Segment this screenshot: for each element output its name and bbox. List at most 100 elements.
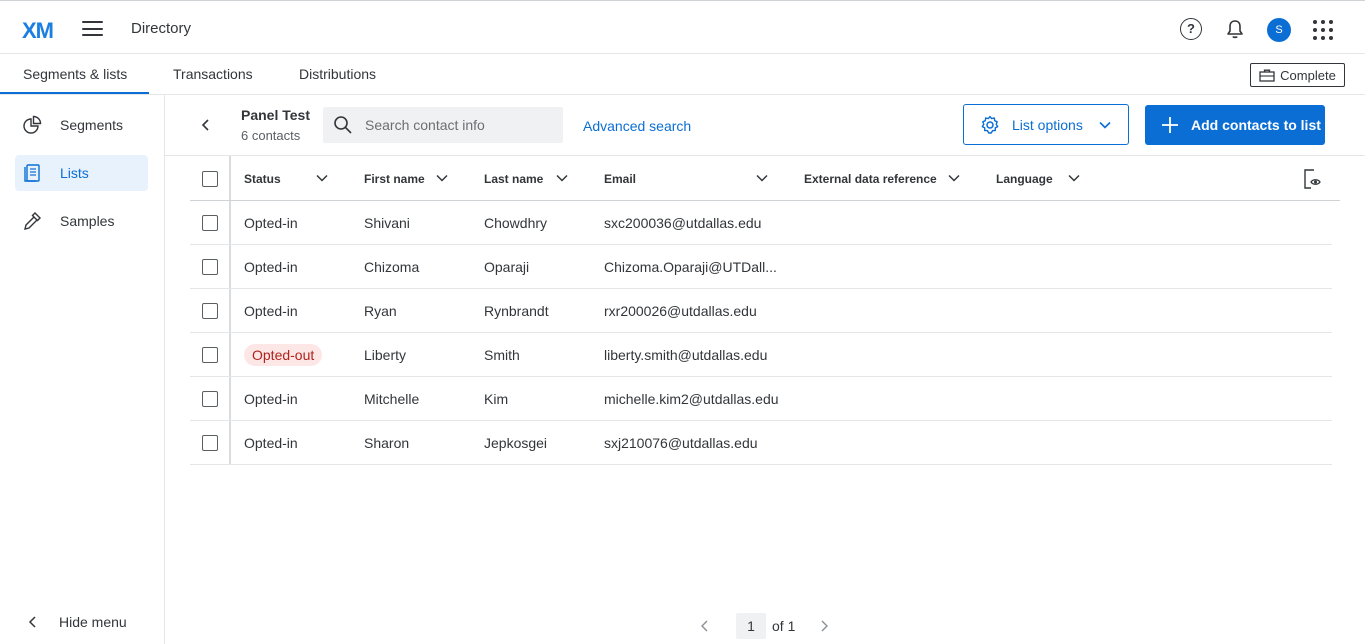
email-cell: Chizoma.Oparaji@UTDall... <box>604 259 777 275</box>
top-bar: XM Directory ? S <box>0 0 1365 54</box>
plus-icon <box>1162 117 1178 133</box>
checkbox-cell <box>190 333 231 376</box>
complete-button[interactable]: Complete <box>1250 63 1345 87</box>
column-header-last-name[interactable]: Last name <box>484 172 543 186</box>
table-row[interactable]: Opted-out Liberty Smith liberty.smith@ut… <box>190 333 1332 377</box>
sidebar: Segments Lists Samples Hide menu <box>0 95 165 644</box>
lists-icon <box>24 164 40 182</box>
checkbox-cell <box>190 289 231 332</box>
status-cell: Opted-in <box>244 435 298 451</box>
chevron-down-icon[interactable] <box>948 174 960 182</box>
table-header: Status First name Last name Email Extern… <box>190 156 1340 201</box>
contacts-table: Status First name Last name Email Extern… <box>190 156 1340 465</box>
first-name-cell: Shivani <box>364 215 410 231</box>
select-all-checkbox[interactable] <box>202 171 218 187</box>
status-cell: Opted-in <box>244 391 298 407</box>
list-contact-count: 6 contacts <box>241 128 301 143</box>
sidebar-item-lists[interactable]: Lists <box>15 155 148 191</box>
advanced-search-link[interactable]: Advanced search <box>583 118 691 134</box>
last-name-cell: Chowdhry <box>484 215 548 231</box>
column-header-external-data-reference[interactable]: External data reference <box>804 172 937 186</box>
help-icon[interactable]: ? <box>1180 18 1202 40</box>
tab-distributions[interactable]: Distributions <box>299 66 376 82</box>
checkbox-cell <box>190 201 231 244</box>
chevron-down-icon[interactable] <box>756 174 768 182</box>
hide-menu-label: Hide menu <box>59 614 127 630</box>
sidebar-item-label: Samples <box>60 213 115 229</box>
page-total: of 1 <box>772 618 796 634</box>
row-checkbox[interactable] <box>202 303 218 319</box>
search-input[interactable] <box>365 117 545 133</box>
briefcase-icon <box>1259 69 1275 82</box>
row-checkbox[interactable] <box>202 347 218 363</box>
checkbox-cell <box>190 377 231 420</box>
status-cell: Opted-in <box>244 259 298 275</box>
list-options-button[interactable]: List options <box>963 104 1129 145</box>
add-contacts-button[interactable]: Add contacts to list <box>1145 105 1325 145</box>
chevron-down-icon[interactable] <box>436 174 448 182</box>
last-name-cell: Rynbrandt <box>484 303 549 319</box>
column-visibility-icon[interactable] <box>1303 169 1321 189</box>
last-name-cell: Smith <box>484 347 520 363</box>
table-row[interactable]: Opted-in Mitchelle Kim michelle.kim2@utd… <box>190 377 1332 421</box>
chevron-right-icon[interactable] <box>819 620 829 632</box>
chevron-left-icon[interactable] <box>700 620 710 632</box>
sidebar-item-samples[interactable]: Samples <box>15 203 148 239</box>
tab-segments-lists[interactable]: Segments & lists <box>23 66 127 82</box>
checkbox-cell <box>190 421 231 464</box>
hamburger-icon[interactable] <box>82 21 103 36</box>
list-name: Panel Test <box>241 107 310 123</box>
last-name-cell: Jepkosgei <box>484 435 548 451</box>
row-checkbox[interactable] <box>202 435 218 451</box>
first-name-cell: Mitchelle <box>364 391 420 407</box>
status-cell: Opted-in <box>244 303 298 319</box>
email-cell: michelle.kim2@utdallas.edu <box>604 391 779 407</box>
list-options-label: List options <box>1012 116 1083 133</box>
back-chevron-icon[interactable] <box>199 117 213 133</box>
sidebar-item-label: Segments <box>60 117 124 133</box>
row-checkbox[interactable] <box>202 391 218 407</box>
checkbox-cell <box>190 245 231 288</box>
email-cell: rxr200026@utdallas.edu <box>604 303 757 319</box>
first-name-cell: Liberty <box>364 347 407 363</box>
bell-icon[interactable] <box>1224 18 1246 40</box>
table-row[interactable]: Opted-in Sharon Jepkosgei sxj210076@utda… <box>190 421 1332 465</box>
row-checkbox[interactable] <box>202 215 218 231</box>
tab-transactions[interactable]: Transactions <box>173 66 253 82</box>
row-checkbox[interactable] <box>202 259 218 275</box>
first-name-cell: Ryan <box>364 303 397 319</box>
avatar[interactable]: S <box>1267 18 1291 42</box>
segments-pie-icon <box>23 115 42 134</box>
table-row[interactable]: Opted-in Chizoma Oparaji Chizoma.Oparaji… <box>190 245 1332 289</box>
hide-menu-button[interactable]: Hide menu <box>28 614 127 630</box>
chevron-down-icon[interactable] <box>556 174 568 182</box>
chevron-left-icon <box>28 616 36 628</box>
page-number-input[interactable]: 1 <box>736 613 766 639</box>
app-title: Directory <box>131 20 192 37</box>
apps-grid-icon[interactable] <box>1313 20 1333 40</box>
search-icon <box>334 116 352 134</box>
last-name-cell: Kim <box>484 391 509 407</box>
chevron-down-icon[interactable] <box>316 174 328 182</box>
sidebar-item-segments[interactable]: Segments <box>15 107 148 143</box>
column-header-email[interactable]: Email <box>604 172 636 186</box>
column-header-language[interactable]: Language <box>996 172 1053 186</box>
column-header-status[interactable]: Status <box>244 172 281 186</box>
sidebar-item-label: Lists <box>60 165 89 181</box>
search-box[interactable] <box>323 107 563 143</box>
gear-icon <box>981 115 999 134</box>
add-contacts-label: Add contacts to list <box>1191 117 1321 133</box>
logo-text: XM <box>22 18 54 43</box>
xm-logo[interactable]: XM <box>22 18 54 44</box>
status-badge: Opted-out <box>244 344 323 366</box>
table-row[interactable]: Opted-in Ryan Rynbrandt rxr200026@utdall… <box>190 289 1332 333</box>
active-tab-indicator <box>0 92 149 94</box>
email-cell: sxj210076@utdallas.edu <box>604 435 758 451</box>
table-row[interactable]: Opted-in Shivani Chowdhry sxc200036@utda… <box>190 201 1332 245</box>
status-cell: Opted-in <box>244 215 298 231</box>
chevron-down-icon[interactable] <box>1068 174 1080 182</box>
tabs-row: Segments & lists Transactions Distributi… <box>0 54 1365 95</box>
column-header-first-name[interactable]: First name <box>364 172 425 186</box>
complete-label: Complete <box>1280 67 1336 83</box>
checkbox-column <box>190 156 231 200</box>
